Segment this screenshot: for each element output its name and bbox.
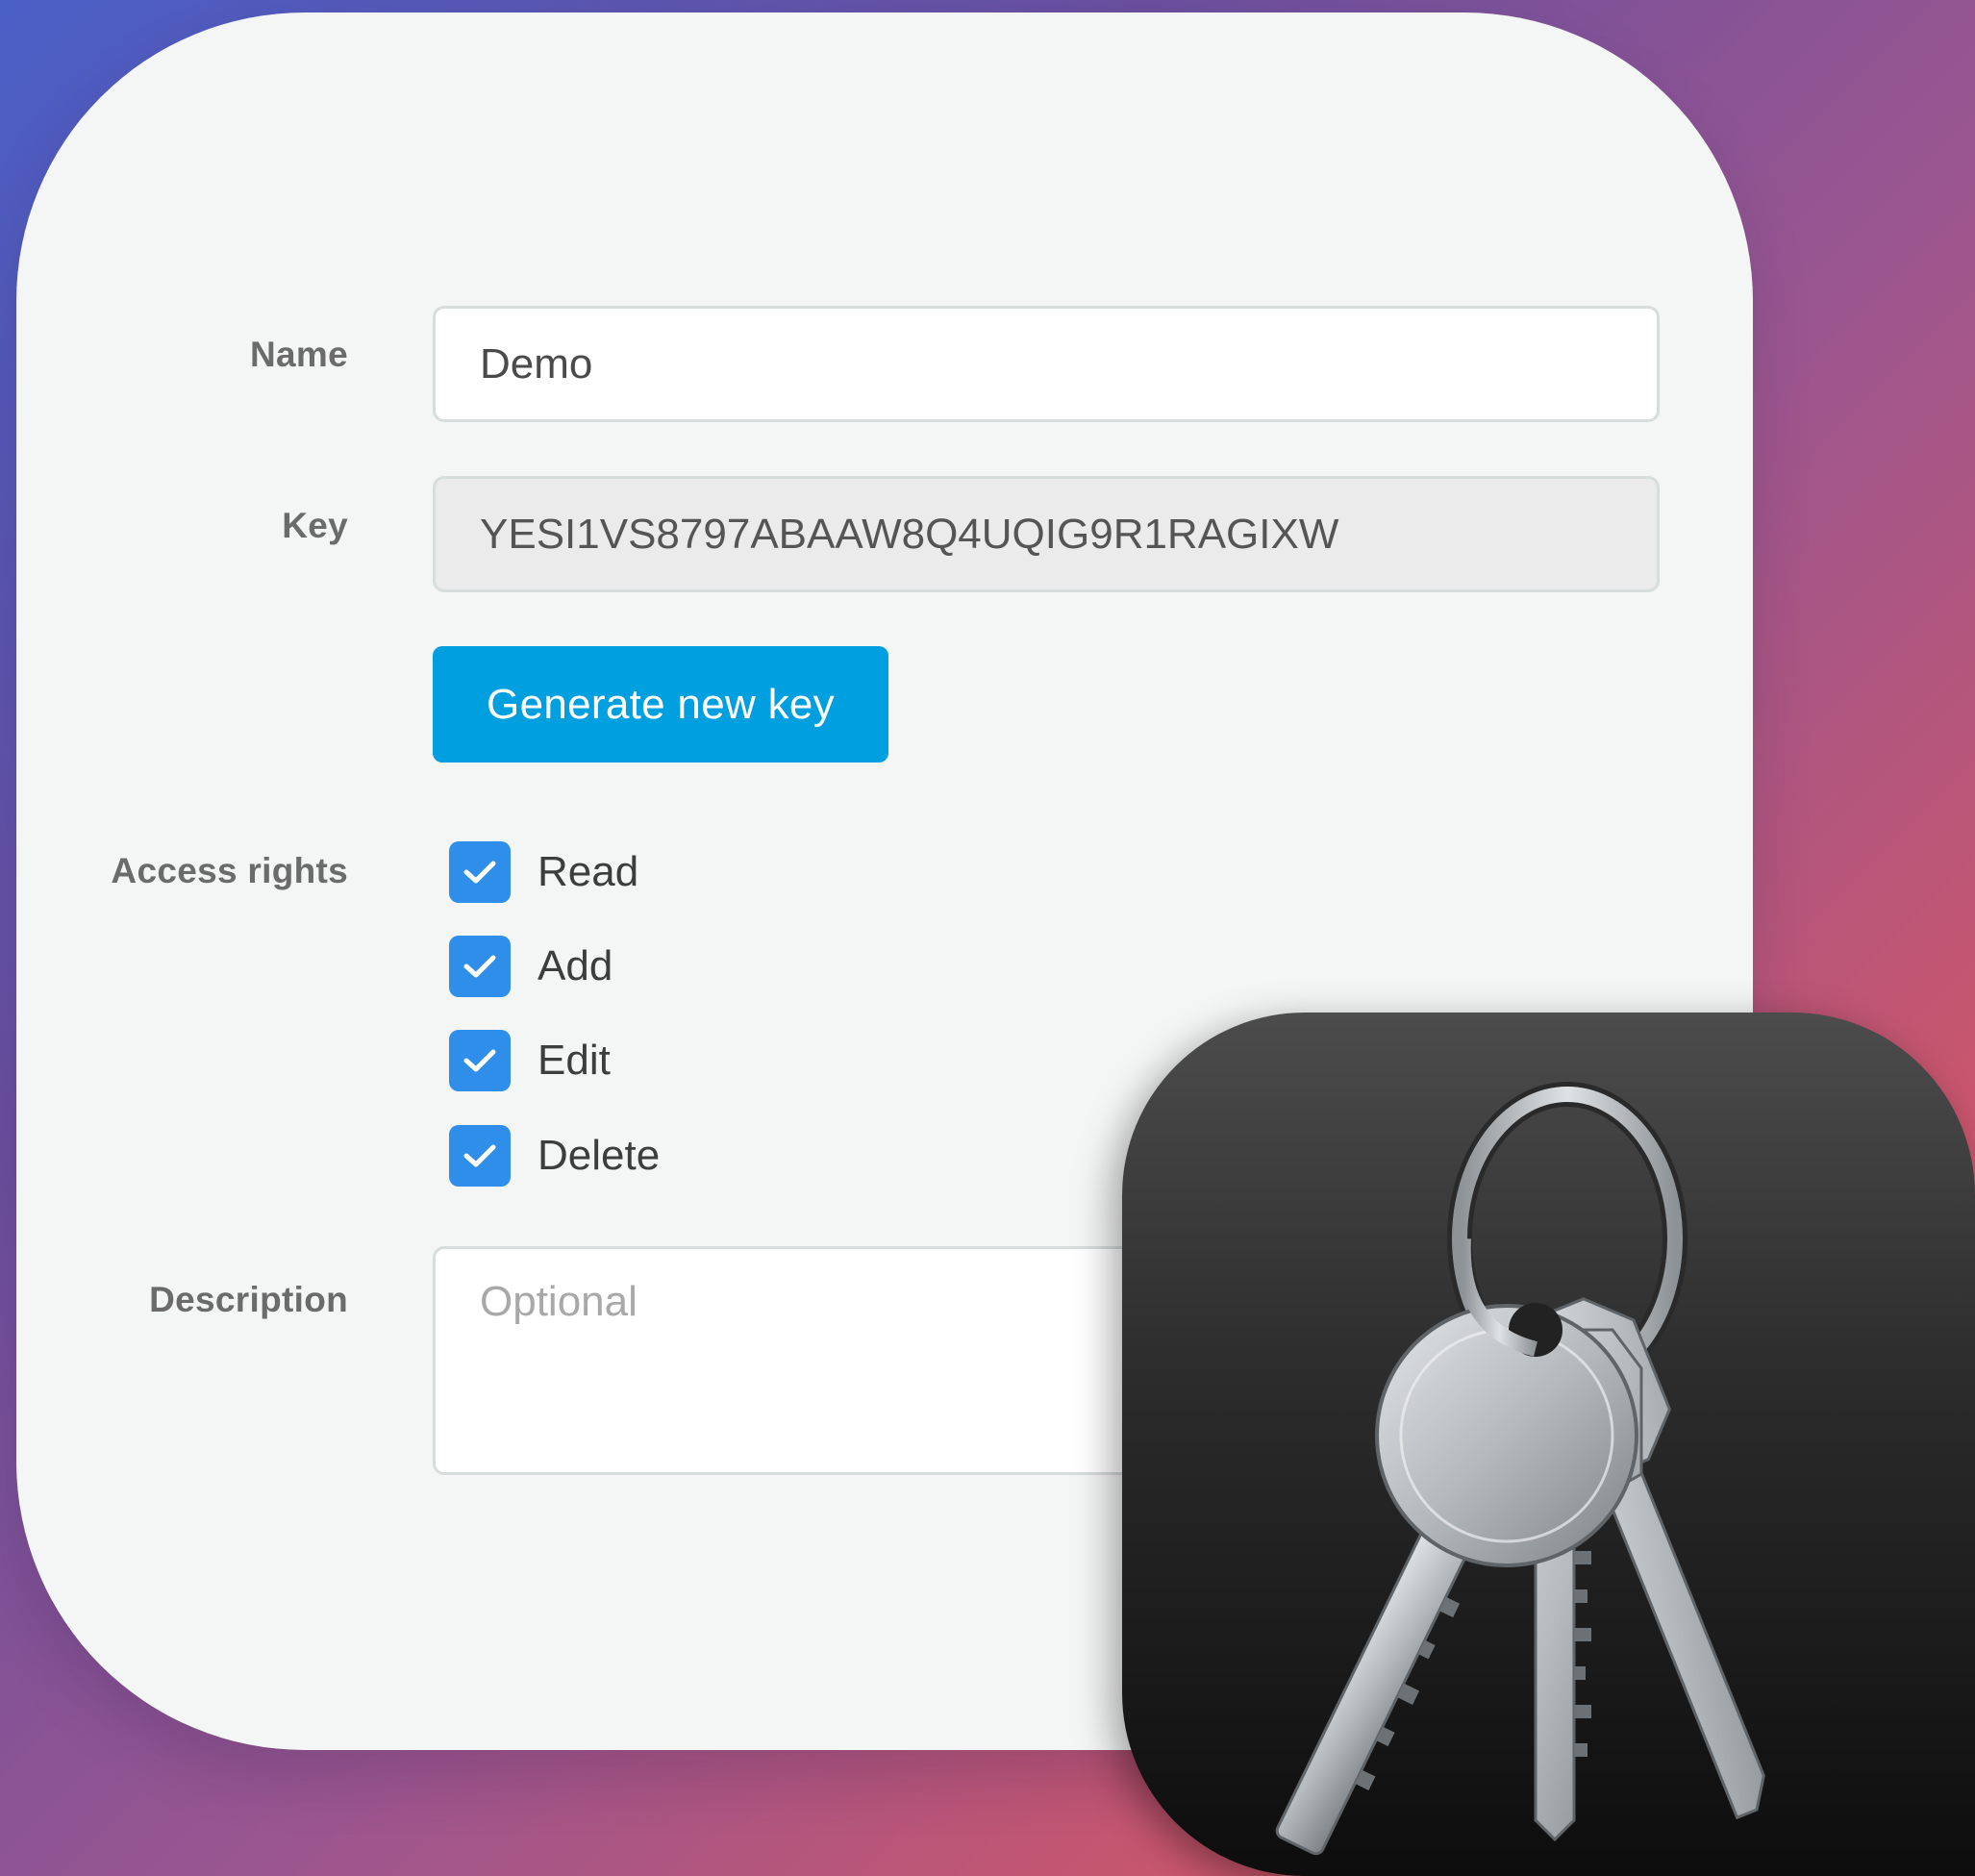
checkmark-icon [463,955,496,978]
name-input[interactable]: Demo [433,306,1660,422]
access-rights-label: Access rights [111,851,348,890]
access-right-read[interactable]: Read [449,841,638,903]
checkmark-icon [463,1144,496,1167]
edit-checkbox[interactable] [449,1030,511,1091]
delete-checkbox[interactable] [449,1125,511,1187]
generate-new-key-button[interactable]: Generate new key [433,646,888,763]
read-checkbox[interactable] [449,841,511,903]
add-checkbox[interactable] [449,936,511,997]
delete-label: Delete [538,1132,661,1179]
key-field: YESI1VS8797ABAAW8Q4UQIG9R1RAGIXW [433,476,1660,592]
add-label: Add [538,942,613,989]
name-label: Name [250,335,348,374]
read-label: Read [538,848,639,895]
checkmark-icon [463,1049,496,1072]
access-right-edit[interactable]: Edit [449,1030,611,1091]
checkmark-icon [463,861,496,884]
access-right-delete[interactable]: Delete [449,1125,660,1187]
access-right-add[interactable]: Add [449,936,612,997]
edit-label: Edit [538,1037,611,1084]
keychain-icon [1122,1013,1975,1876]
description-label: Description [149,1280,348,1319]
key-label: Key [282,506,348,545]
